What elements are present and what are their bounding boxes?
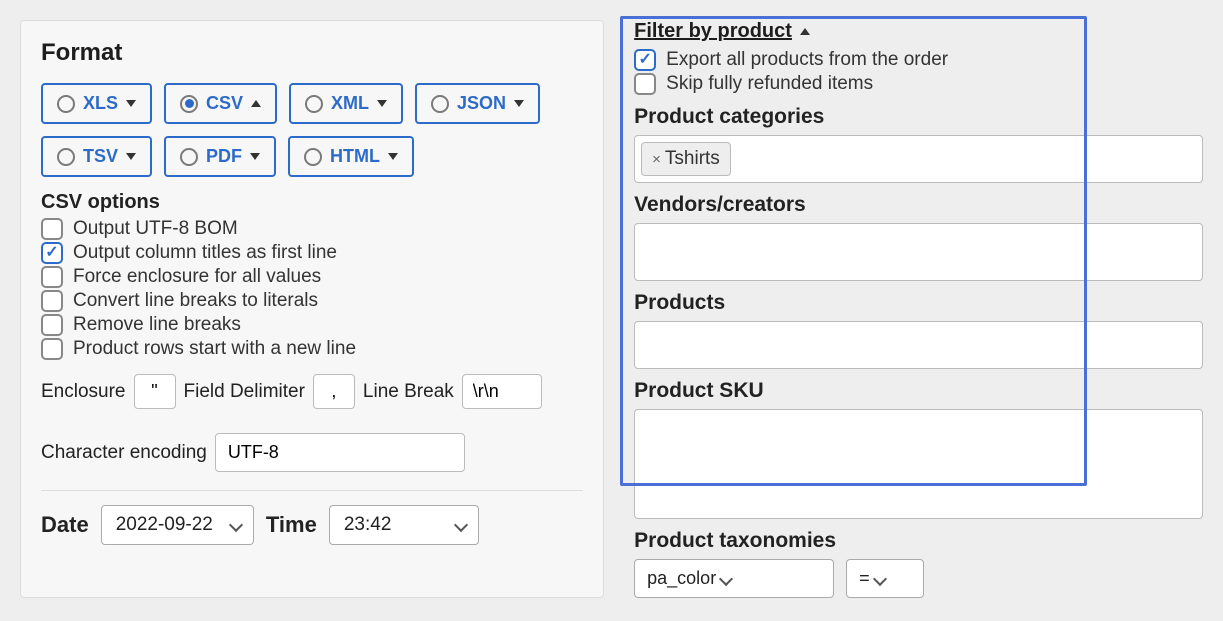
checkbox-export-all-products[interactable] — [634, 49, 656, 71]
linebreak-input[interactable] — [462, 374, 542, 409]
vendors-label: Vendors/creators — [634, 193, 1203, 217]
caret-down-icon — [126, 100, 136, 107]
linebreak-label: Line Break — [363, 381, 454, 403]
radio-icon — [180, 148, 198, 166]
format-btn-label: PDF — [206, 146, 242, 167]
format-btn-label: TSV — [83, 146, 118, 167]
checkbox-skip-refunded[interactable] — [634, 73, 656, 95]
csv-opt-row: Force enclosure for all values — [41, 266, 583, 288]
csv-opt-label: Remove line breaks — [73, 314, 241, 336]
taxonomy-op: = — [859, 568, 870, 588]
format-buttons-row: XLS CSV XML JSON TSV — [41, 83, 583, 177]
filter-by-product-link[interactable]: Filter by product — [634, 20, 810, 43]
date-label: Date — [41, 512, 89, 538]
taxonomy-attribute-select[interactable]: pa_color — [634, 559, 834, 598]
format-title: Format — [41, 39, 583, 67]
caret-down-icon — [377, 100, 387, 107]
chevron-down-icon — [719, 572, 733, 586]
caret-up-icon — [251, 100, 261, 107]
chevron-down-icon — [229, 518, 243, 532]
chevron-down-icon — [873, 572, 887, 586]
date-select[interactable]: 2022-09-22 — [101, 505, 254, 545]
radio-icon — [57, 95, 75, 113]
csv-opt-row: Remove line breaks — [41, 314, 583, 336]
format-btn-html[interactable]: HTML — [288, 136, 414, 177]
checkbox-convert-linebreaks[interactable] — [41, 290, 63, 312]
category-tag: × Tshirts — [641, 142, 731, 176]
csv-opt-label: Output column titles as first line — [73, 242, 337, 264]
products-label: Products — [634, 291, 1203, 315]
filter-opt-row: Skip fully refunded items — [634, 73, 1203, 95]
checkbox-column-titles[interactable] — [41, 242, 63, 264]
time-select[interactable]: 23:42 — [329, 505, 479, 545]
delimiter-input[interactable] — [313, 374, 355, 409]
time-value: 23:42 — [344, 514, 392, 535]
encoding-input[interactable] — [215, 433, 465, 472]
caret-down-icon — [514, 100, 524, 107]
format-btn-label: JSON — [457, 93, 506, 114]
category-tag-label: Tshirts — [665, 148, 720, 170]
format-panel: Format XLS CSV XML JSON — [20, 20, 604, 598]
time-label: Time — [266, 512, 317, 538]
checkbox-remove-linebreaks[interactable] — [41, 314, 63, 336]
caret-down-icon — [126, 153, 136, 160]
remove-tag-icon[interactable]: × — [652, 152, 661, 167]
taxonomies-label: Product taxonomies — [634, 529, 1203, 553]
product-categories-input[interactable]: × Tshirts — [634, 135, 1203, 183]
sku-input[interactable] — [634, 409, 1203, 519]
product-categories-label: Product categories — [634, 105, 1203, 129]
csv-opt-label: Force enclosure for all values — [73, 266, 321, 288]
radio-icon — [304, 148, 322, 166]
filter-opt-label: Export all products from the order — [666, 49, 948, 71]
checkbox-utf8-bom[interactable] — [41, 218, 63, 240]
format-btn-json[interactable]: JSON — [415, 83, 540, 124]
filter-title: Filter by product — [634, 20, 792, 43]
filter-panel: Filter by product Export all products fr… — [634, 20, 1203, 598]
format-btn-xls[interactable]: XLS — [41, 83, 152, 124]
csv-opt-row: Output UTF-8 BOM — [41, 218, 583, 240]
csv-opt-label: Product rows start with a new line — [73, 338, 356, 360]
radio-icon — [431, 95, 449, 113]
checkbox-product-rows-newline[interactable] — [41, 338, 63, 360]
format-btn-xml[interactable]: XML — [289, 83, 403, 124]
format-btn-label: CSV — [206, 93, 243, 114]
format-btn-csv[interactable]: CSV — [164, 83, 277, 124]
taxonomy-value: pa_color — [647, 568, 716, 588]
vendors-input[interactable] — [634, 223, 1203, 281]
products-input[interactable] — [634, 321, 1203, 369]
sku-label: Product SKU — [634, 379, 1203, 403]
caret-down-icon — [250, 153, 260, 160]
csv-opt-row: Product rows start with a new line — [41, 338, 583, 360]
enclosure-input[interactable] — [134, 374, 176, 409]
format-btn-label: XLS — [83, 93, 118, 114]
format-btn-tsv[interactable]: TSV — [41, 136, 152, 177]
format-btn-pdf[interactable]: PDF — [164, 136, 276, 177]
delimiter-label: Field Delimiter — [184, 381, 305, 403]
csv-opt-label: Convert line breaks to literals — [73, 290, 318, 312]
radio-icon — [180, 95, 198, 113]
radio-icon — [305, 95, 323, 113]
filter-opt-row: Export all products from the order — [634, 49, 1203, 71]
caret-down-icon — [388, 153, 398, 160]
divider — [41, 490, 583, 491]
csv-opt-row: Convert line breaks to literals — [41, 290, 583, 312]
format-btn-label: HTML — [330, 146, 380, 167]
chevron-down-icon — [454, 518, 468, 532]
caret-up-icon — [800, 28, 810, 35]
taxonomy-operator-select[interactable]: = — [846, 559, 924, 598]
encoding-label: Character encoding — [41, 442, 207, 464]
radio-icon — [57, 148, 75, 166]
filter-opt-label: Skip fully refunded items — [666, 73, 873, 95]
csv-opt-label: Output UTF-8 BOM — [73, 218, 238, 240]
checkbox-force-enclosure[interactable] — [41, 266, 63, 288]
csv-opt-row: Output column titles as first line — [41, 242, 583, 264]
enclosure-label: Enclosure — [41, 381, 126, 403]
format-btn-label: XML — [331, 93, 369, 114]
csv-options-title: CSV options — [41, 191, 583, 214]
date-value: 2022-09-22 — [116, 514, 213, 535]
